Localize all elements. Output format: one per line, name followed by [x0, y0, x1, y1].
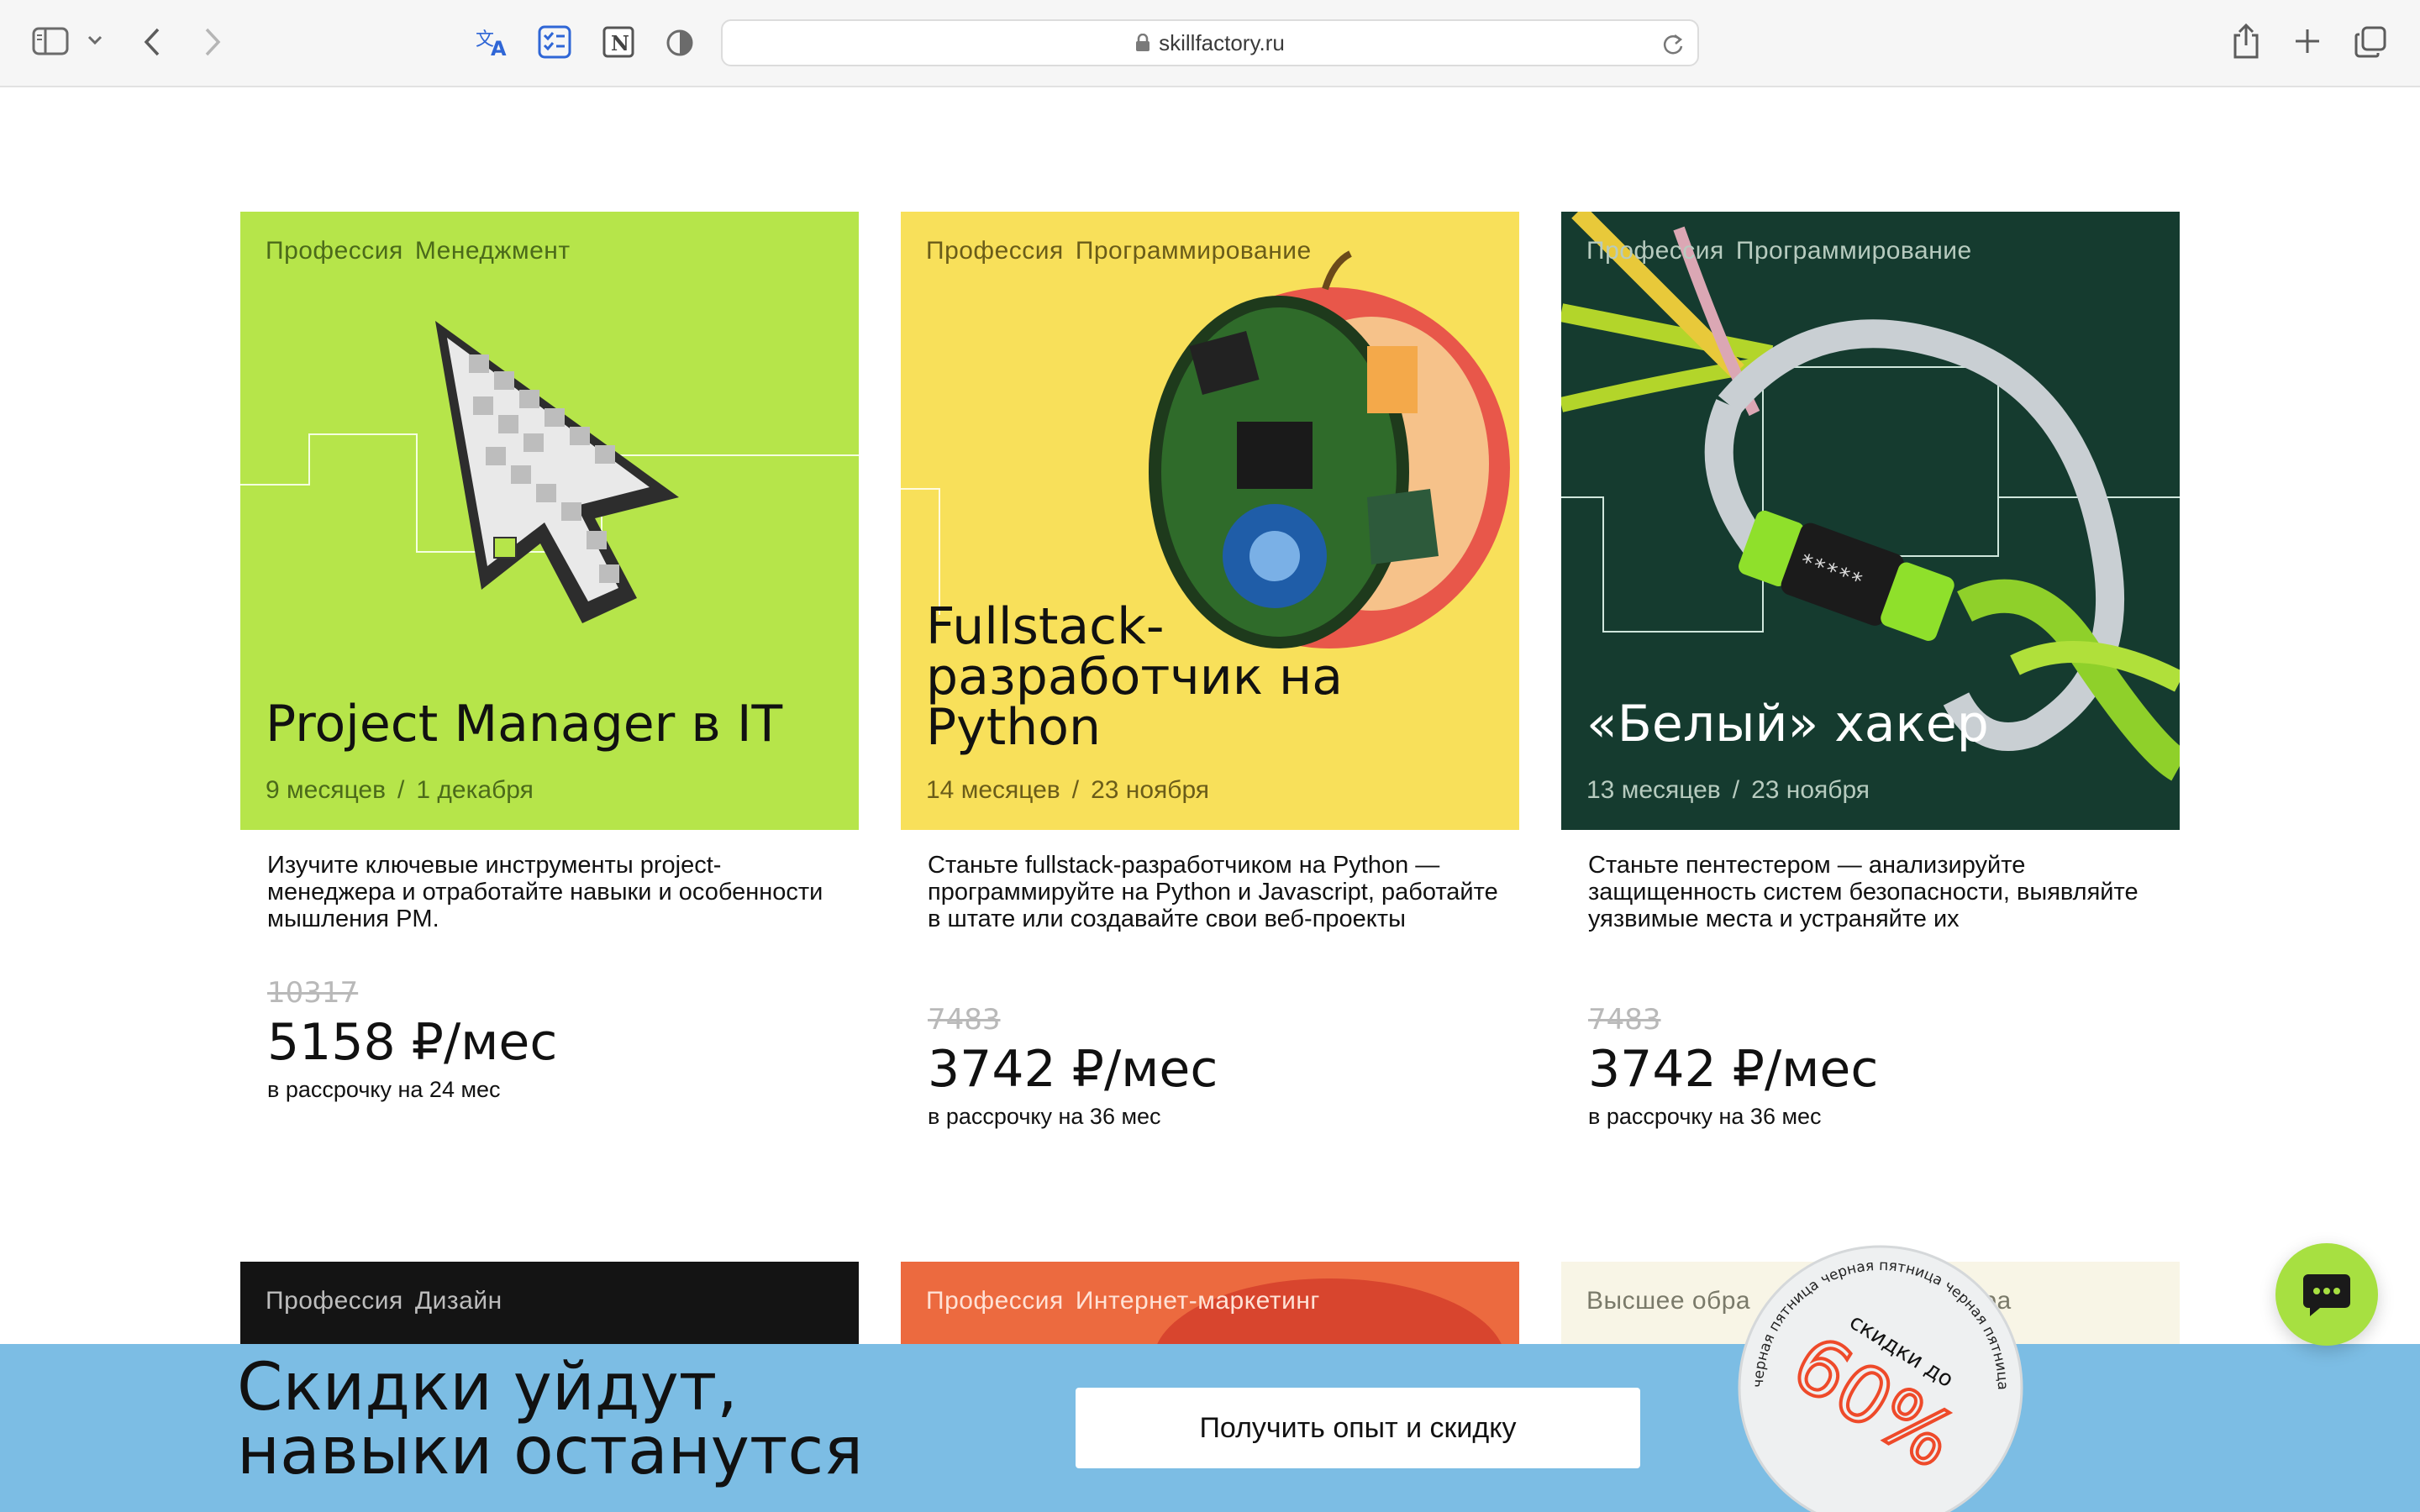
price: 3742 ₽/мес — [1588, 1040, 1879, 1099]
chevron-down-icon[interactable] — [87, 35, 103, 45]
course-card-image-pm[interactable]: Профессия Менеджмент Project Manager в IT… — [240, 212, 859, 830]
card-meta: 9 месяцев/1 декабря — [266, 776, 534, 804]
card-meta: 13 месяцев/23 ноября — [1586, 776, 1870, 804]
card-category: Профессия Программирование — [1586, 237, 1972, 265]
address-bar[interactable]: skillfactory.ru — [721, 19, 1699, 66]
card-meta: 14 месяцев/23 ноября — [926, 776, 1210, 804]
privacy-shield-icon[interactable] — [666, 27, 694, 59]
black-friday-stamp: черная пятница черная пятница черная пят… — [1738, 1245, 2023, 1512]
translate-icon[interactable]: 文A — [476, 27, 511, 59]
card-title: Project Manager в IT — [266, 695, 783, 753]
card-description: Изучите ключевые инструменты project-мен… — [267, 852, 823, 932]
share-icon[interactable] — [2232, 24, 2260, 59]
browser-toolbar: 文A N skillfactory.ru — [0, 0, 2420, 87]
banner-headline: Скидки уйдут, навыки останутся — [237, 1350, 864, 1489]
price: 5158 ₽/мес — [267, 1013, 558, 1072]
tabs-overview-icon[interactable] — [2354, 26, 2386, 58]
price: 3742 ₽/мес — [928, 1040, 1218, 1099]
old-price: 10317 — [267, 976, 359, 1010]
reload-icon[interactable] — [1662, 33, 1684, 56]
url-text: skillfactory.ru — [1159, 29, 1285, 55]
course-card-image-python[interactable]: Профессия Программирование Fullstack- раз… — [901, 212, 1519, 830]
promo-banner: Скидки уйдут, навыки останутся Получить … — [0, 1344, 2420, 1512]
installment-terms: в рассрочку на 24 мес — [267, 1077, 501, 1102]
svg-text:N: N — [611, 31, 629, 55]
card-category: Профессия Интернет-маркетинг — [926, 1287, 1320, 1315]
course-card-image-hacker[interactable]: ***** Профессия Программирование «Белый» … — [1561, 212, 2180, 830]
back-icon[interactable] — [143, 28, 161, 56]
lock-icon — [1136, 34, 1150, 51]
card-title: Fullstack- разработчик на Python — [926, 597, 1344, 757]
card-title: «Белый» хакер — [1586, 695, 1989, 753]
notion-icon[interactable]: N — [602, 25, 635, 59]
old-price: 7483 — [1588, 1003, 1661, 1037]
installment-terms: в рассрочку на 36 мес — [1588, 1104, 1822, 1129]
old-price: 7483 — [928, 1003, 1001, 1037]
sidebar-icon[interactable] — [32, 27, 69, 55]
new-tab-icon[interactable] — [2294, 28, 2321, 55]
get-discount-button[interactable]: Получить опыт и скидку — [1076, 1388, 1640, 1468]
card-description: Станьте fullstack-разработчиком на Pytho… — [928, 852, 1498, 932]
svg-text:A: A — [491, 37, 507, 59]
chat-button[interactable] — [2275, 1243, 2378, 1346]
forward-icon[interactable] — [203, 28, 222, 56]
installment-terms: в рассрочку на 36 мес — [928, 1104, 1161, 1129]
tasks-icon[interactable] — [538, 25, 571, 59]
chat-bubble-icon — [2303, 1274, 2350, 1316]
card-category: Профессия Менеджмент — [266, 237, 571, 265]
card-category: Профессия Дизайн — [266, 1287, 502, 1315]
card-category: Профессия Программирование — [926, 237, 1312, 265]
card-description: Станьте пентестером — анализируйте защищ… — [1588, 852, 2139, 932]
